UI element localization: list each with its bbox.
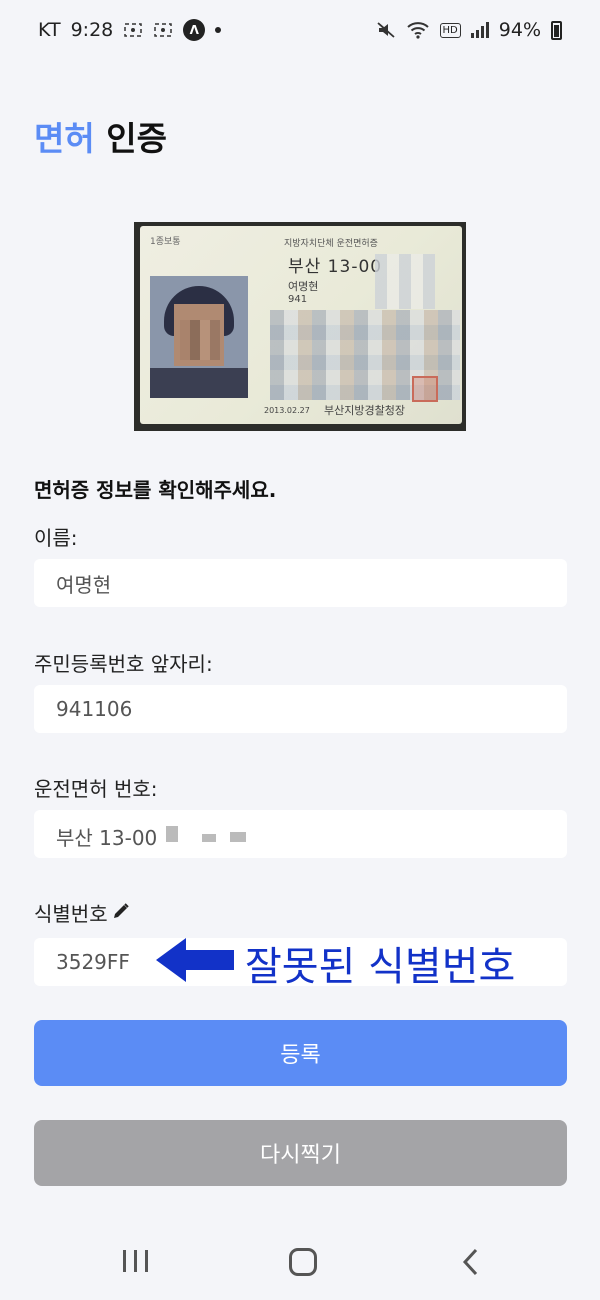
- serial-label-row: 식별번호: [34, 898, 130, 927]
- license-issuer: 부산지방경찰청장: [324, 404, 405, 417]
- hd-voice-icon: HD: [439, 22, 461, 38]
- page-title-rest: 인증: [106, 119, 167, 158]
- redaction-block: [202, 834, 216, 842]
- retake-button[interactable]: 다시찍기: [34, 1120, 567, 1186]
- more-notifications-icon: [215, 27, 222, 33]
- face-blur: [180, 320, 220, 360]
- license-number-label: 운전면허 번호:: [34, 777, 158, 801]
- rrn-field[interactable]: [34, 685, 567, 733]
- number-blur: [375, 254, 435, 309]
- license-card-face: 1종보통 지방자치단체 운전면허증 부산 13-00 여명현 941 2013.…: [140, 226, 462, 424]
- recents-icon[interactable]: [123, 1250, 148, 1272]
- register-button[interactable]: 등록: [34, 1020, 567, 1086]
- annotation-arrow-icon: [156, 938, 234, 982]
- official-stamp: [412, 376, 438, 402]
- pencil-icon[interactable]: [112, 901, 130, 925]
- page-title: 면허 인증: [34, 112, 167, 160]
- license-issue-date: 2013.02.27: [264, 406, 310, 415]
- annotation-text: 잘못된 식별번호: [245, 944, 516, 990]
- license-portrait: [150, 276, 248, 398]
- status-right: HD 94%: [376, 19, 562, 41]
- battery-percent: 94%: [498, 19, 541, 41]
- license-card-number: 부산 13-00: [288, 257, 383, 277]
- license-type: 1종보통: [150, 237, 181, 247]
- rrn-label: 주민등록번호 앞자리:: [34, 652, 213, 676]
- license-card-header: 지방자치단체 운전면허증: [284, 239, 378, 249]
- wifi-icon: [406, 21, 430, 39]
- name-field[interactable]: [34, 559, 567, 607]
- battery-icon: [551, 20, 562, 40]
- clock: 9:28: [70, 19, 114, 41]
- license-card-name: 여명현: [288, 280, 319, 293]
- screen-capture-icon: [153, 22, 173, 38]
- status-left: KT 9:28 Λ: [38, 19, 222, 41]
- status-bar: KT 9:28 Λ HD 94%: [0, 0, 600, 60]
- mute-icon: [376, 21, 396, 39]
- navigation-bar: [0, 1226, 600, 1300]
- form-heading: 면허증 정보를 확인해주세요.: [34, 478, 277, 502]
- license-number-field[interactable]: 부산 13-00: [34, 810, 567, 858]
- redaction-block: [230, 832, 246, 842]
- app-notification-icon: Λ: [183, 19, 206, 41]
- redaction-block: [166, 826, 178, 842]
- license-card-id: 941: [288, 294, 308, 305]
- license-card-image: 1종보통 지방자치단체 운전면허증 부산 13-00 여명현 941 2013.…: [134, 222, 466, 431]
- carrier-label: KT: [38, 19, 61, 41]
- home-icon[interactable]: [289, 1248, 317, 1276]
- license-number-value: 부산 13-00: [56, 826, 158, 850]
- screenshot-icon: [123, 22, 143, 38]
- name-label: 이름:: [34, 526, 78, 550]
- signal-icon: [470, 22, 489, 38]
- serial-label: 식별번호: [34, 902, 108, 926]
- page-title-accent: 면허: [34, 119, 95, 158]
- back-icon[interactable]: [460, 1248, 482, 1276]
